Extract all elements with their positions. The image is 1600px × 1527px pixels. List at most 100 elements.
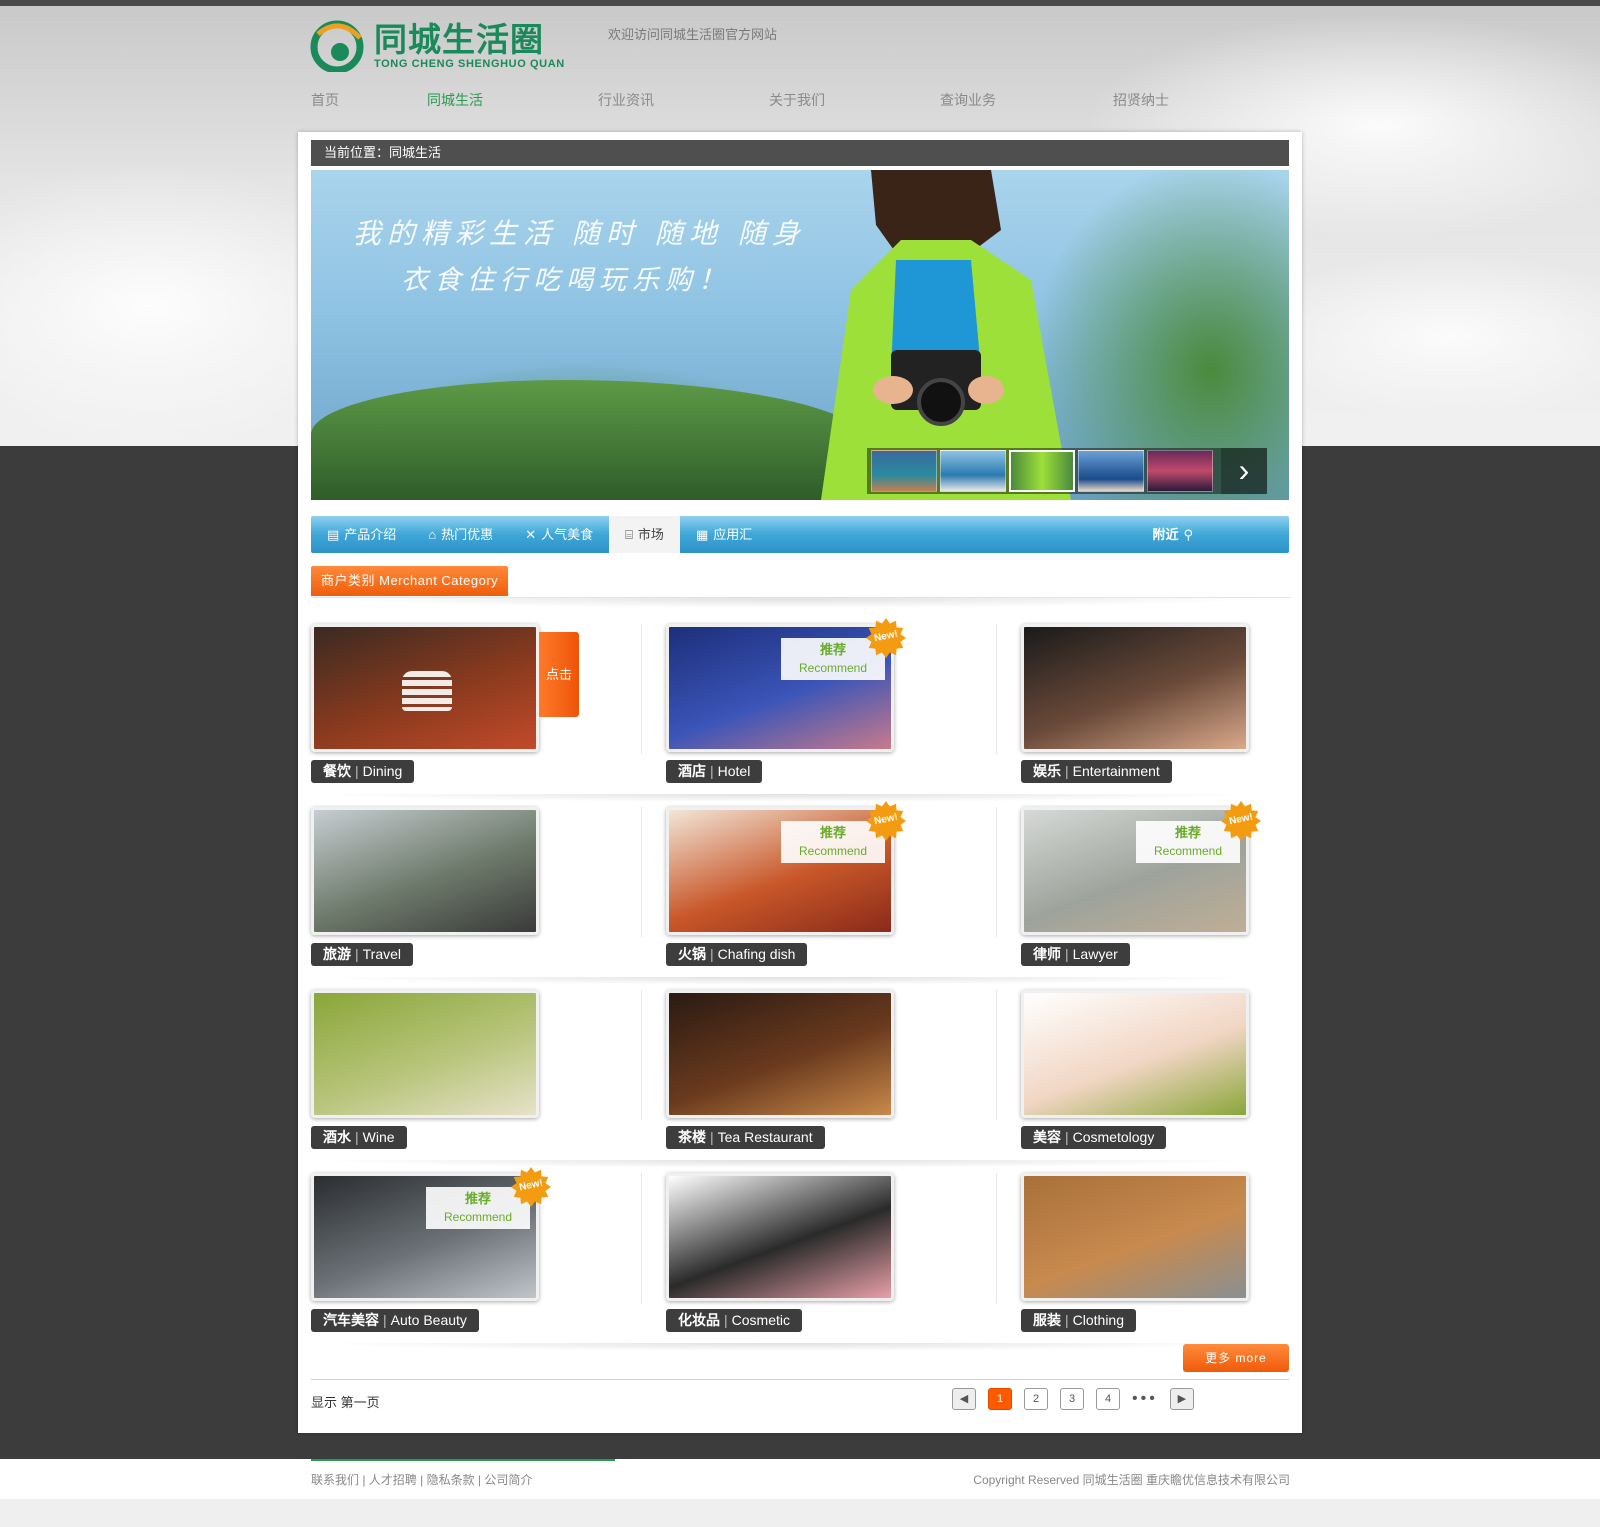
merchant-photo[interactable] bbox=[311, 807, 539, 935]
caption-en: Travel bbox=[362, 946, 402, 962]
page-button-1[interactable]: 1 bbox=[988, 1388, 1012, 1410]
recommend-en: Recommend bbox=[1153, 844, 1223, 858]
merchant-caption[interactable]: 律师 | Lawyer bbox=[1021, 943, 1130, 966]
merchant-card[interactable]: 美容 | Cosmetology bbox=[1021, 990, 1321, 1155]
merchant-photo[interactable] bbox=[666, 1173, 894, 1301]
banner-thumbnail[interactable] bbox=[871, 450, 937, 492]
merchant-card[interactable]: 推荐 Recommend New! 汽车美容 | Auto Beauty bbox=[311, 1167, 611, 1338]
merchant-row: 推荐 Recommend New! 汽车美容 | Auto Beauty 化妆品 | Cosme… bbox=[311, 1167, 1291, 1356]
banner-thumbnail[interactable] bbox=[940, 450, 1006, 492]
row-shadow bbox=[311, 977, 1261, 985]
nav-item-0[interactable]: 首页 bbox=[311, 90, 339, 110]
merchant-card[interactable]: 化妆品 | Cosmetic bbox=[666, 1173, 966, 1338]
caption-en: Cosmetology bbox=[1072, 1129, 1155, 1145]
hero-banner[interactable]: 我的精彩生活 随时 随地 随身 衣食住行吃喝玩乐购！ › bbox=[311, 170, 1289, 500]
tab-label: 热门优惠 bbox=[441, 527, 494, 542]
tab-cutlery[interactable]: ✕ 人气美食 bbox=[509, 516, 609, 553]
pager-status: 显示 第一页 bbox=[311, 1395, 380, 1410]
merchant-photo[interactable] bbox=[1021, 990, 1249, 1118]
caption-en: Lawyer bbox=[1072, 946, 1118, 962]
caption-en: Wine bbox=[362, 1129, 395, 1145]
merchant-caption[interactable]: 旅游 | Travel bbox=[311, 943, 414, 966]
banner-thumbnail-active[interactable] bbox=[1009, 450, 1075, 492]
logo-mark-icon bbox=[310, 20, 368, 74]
banner-thumbnail[interactable] bbox=[1078, 450, 1144, 492]
banner-thumbnail[interactable] bbox=[1147, 450, 1213, 492]
row-shadow bbox=[311, 1343, 1261, 1351]
site-logo[interactable]: 同城生活圈 TONG CHENG SHENGHUO QUAN bbox=[310, 20, 600, 74]
page-button-3[interactable]: 3 bbox=[1060, 1388, 1084, 1410]
nav-item-3[interactable]: 关于我们 bbox=[769, 90, 825, 110]
merchant-caption[interactable]: 茶楼 | Tea Restaurant bbox=[666, 1126, 825, 1149]
more-button[interactable]: 更多 more bbox=[1183, 1344, 1289, 1372]
nav-item-4[interactable]: 查询业务 bbox=[940, 90, 996, 110]
merchant-photo[interactable] bbox=[311, 990, 539, 1118]
caption-en: Hotel bbox=[717, 763, 751, 779]
merchant-caption[interactable]: 酒店 | Hotel bbox=[666, 760, 763, 783]
merchant-card[interactable]: 点击餐饮 | Dining bbox=[311, 624, 611, 789]
column-divider bbox=[996, 990, 997, 1120]
banner-next-arrow-icon[interactable]: › bbox=[1221, 448, 1267, 494]
basket-icon: ⌂ bbox=[428, 527, 437, 542]
merchant-card[interactable]: 推荐 Recommend New! 律师 | Lawyer bbox=[1021, 801, 1321, 972]
nav-item-2[interactable]: 行业资讯 bbox=[598, 90, 654, 110]
recommend-en: Recommend bbox=[443, 1210, 513, 1224]
merchant-card[interactable]: 推荐 Recommend New! 酒店 | Hotel bbox=[666, 618, 966, 789]
caption-separator: | bbox=[710, 1129, 714, 1145]
merchant-card[interactable]: 旅游 | Travel bbox=[311, 807, 611, 972]
merchant-card[interactable]: 服装 | Clothing bbox=[1021, 1173, 1321, 1338]
column-divider bbox=[996, 624, 997, 754]
nav-item-1[interactable]: 同城生活 bbox=[427, 90, 483, 110]
tab-market[interactable]: ⌸ 市场 bbox=[609, 516, 680, 553]
next-page-button[interactable]: ▶ bbox=[1169, 1388, 1194, 1410]
merchant-card[interactable]: 娱乐 | Entertainment bbox=[1021, 624, 1321, 789]
column-divider bbox=[641, 990, 642, 1120]
caption-cn: 酒店 bbox=[678, 763, 706, 779]
page-button-2[interactable]: 2 bbox=[1024, 1388, 1048, 1410]
merchant-caption[interactable]: 汽车美容 | Auto Beauty bbox=[311, 1309, 479, 1332]
caption-cn: 律师 bbox=[1033, 946, 1061, 962]
footer-copyright: Copyright Reserved 同城生活圈 重庆瞻优信息技术有限公司 bbox=[973, 1473, 1290, 1487]
page-button-4[interactable]: 4 bbox=[1096, 1388, 1120, 1410]
new-star-icon: New! bbox=[511, 1167, 551, 1207]
tab-basket[interactable]: ⌂ 热门优惠 bbox=[412, 516, 509, 553]
new-star-icon: New! bbox=[866, 801, 906, 841]
merchant-caption[interactable]: 美容 | Cosmetology bbox=[1021, 1126, 1167, 1149]
merchant-photo[interactable] bbox=[1021, 624, 1249, 752]
footer-links[interactable]: 联系我们 | 人才招聘 | 隐私条款 | 公司简介 bbox=[311, 1471, 532, 1488]
tab-calendar[interactable]: ▦ 应用汇 bbox=[680, 516, 768, 553]
merchant-photo[interactable] bbox=[1021, 1173, 1249, 1301]
banner-slogan-line2: 衣食住行吃喝玩乐购！ bbox=[401, 265, 731, 296]
main-nav: 首页 同城生活 行业资讯 关于我们 查询业务 招贤纳士 bbox=[311, 90, 1169, 110]
merchant-caption[interactable]: 餐饮 | Dining bbox=[311, 760, 415, 783]
prev-page-button[interactable]: ◀ bbox=[952, 1388, 976, 1410]
tab-nearby[interactable]: 附近 ⚲ bbox=[1136, 516, 1209, 553]
recommend-en: Recommend bbox=[798, 844, 868, 858]
merchant-caption[interactable]: 化妆品 | Cosmetic bbox=[666, 1309, 802, 1332]
column-divider bbox=[641, 807, 642, 937]
merchant-card[interactable]: 酒水 | Wine bbox=[311, 990, 611, 1155]
banner-thumbnail-strip: › bbox=[867, 448, 1267, 494]
column-divider bbox=[641, 624, 642, 754]
caption-separator: | bbox=[1065, 1129, 1069, 1145]
caption-separator: | bbox=[710, 946, 714, 962]
caption-separator: | bbox=[355, 763, 359, 779]
merchant-photo[interactable] bbox=[311, 624, 539, 752]
pager-divider bbox=[311, 1379, 1289, 1380]
tab-book[interactable]: ▤ 产品介绍 bbox=[311, 516, 412, 553]
merchant-caption[interactable]: 服装 | Clothing bbox=[1021, 1309, 1137, 1332]
caption-cn: 茶楼 bbox=[678, 1129, 706, 1145]
merchant-caption[interactable]: 酒水 | Wine bbox=[311, 1126, 407, 1149]
caption-separator: | bbox=[1065, 1312, 1069, 1328]
tab-label: 产品介绍 bbox=[344, 527, 397, 542]
nav-item-5[interactable]: 招贤纳士 bbox=[1113, 90, 1169, 110]
merchant-photo[interactable] bbox=[666, 990, 894, 1118]
click-tab[interactable]: 点击 bbox=[539, 632, 579, 717]
caption-cn: 化妆品 bbox=[678, 1312, 720, 1328]
merchant-card[interactable]: 推荐 Recommend New! 火锅 | Chafing dish bbox=[666, 801, 966, 972]
column-divider bbox=[996, 807, 997, 937]
footer-accent-line bbox=[311, 1459, 615, 1461]
merchant-caption[interactable]: 火锅 | Chafing dish bbox=[666, 943, 808, 966]
merchant-card[interactable]: 茶楼 | Tea Restaurant bbox=[666, 990, 966, 1155]
merchant-caption[interactable]: 娱乐 | Entertainment bbox=[1021, 760, 1172, 783]
